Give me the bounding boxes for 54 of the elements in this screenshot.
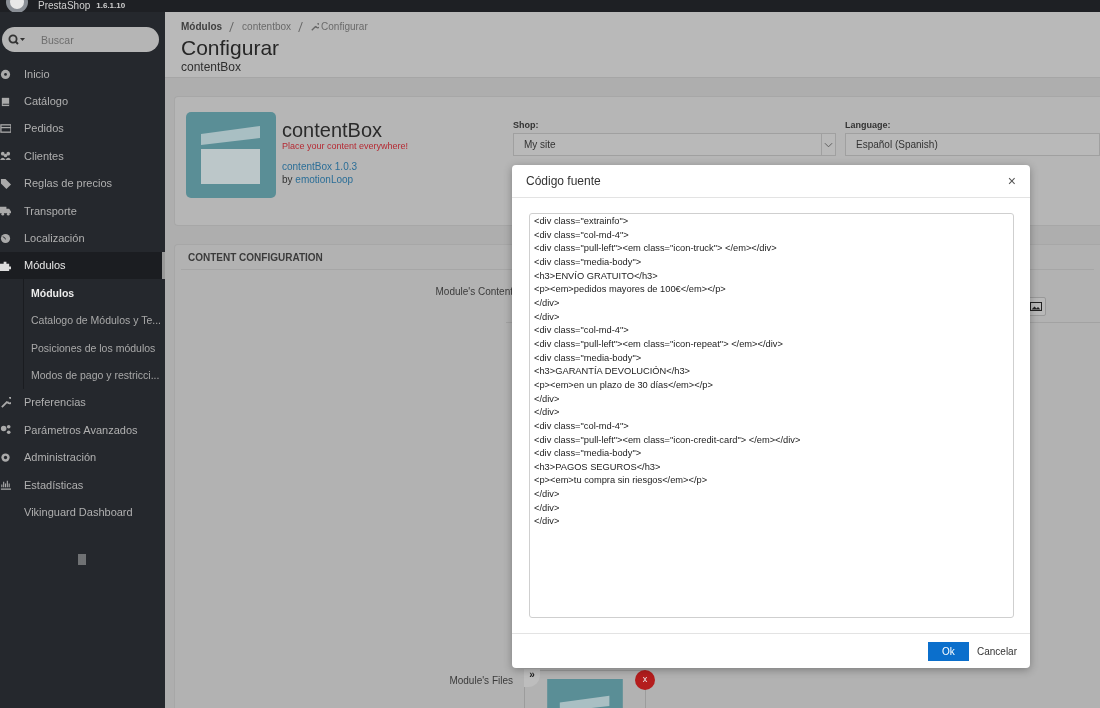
shop-select[interactable]: My site xyxy=(513,133,836,156)
ok-button[interactable]: Ok xyxy=(927,641,969,661)
author-prefix: by xyxy=(282,174,293,185)
brand-name: PrestaShop xyxy=(38,0,91,12)
submenu-item[interactable]: Módulos xyxy=(24,279,165,307)
search-icon[interactable] xyxy=(8,34,26,46)
sidebar-item[interactable]: Inicio xyxy=(0,60,165,88)
truck-icon xyxy=(0,205,11,217)
breadcrumb-link[interactable]: Módulos xyxy=(181,21,223,32)
language-select[interactable]: Español (Spanish) xyxy=(845,133,1100,156)
sidebar-item[interactable]: Catálogo xyxy=(0,87,165,115)
page-title: Configurar xyxy=(181,35,281,60)
submenu-item[interactable]: Catalogo de Módulos y Te... xyxy=(24,306,165,334)
sidebar-item[interactable]: Transporte xyxy=(0,196,165,225)
dialog-title: Código fuente xyxy=(526,174,601,188)
page-subtitle: contentBox xyxy=(181,60,243,74)
gears-icon xyxy=(0,424,11,436)
wrench-icon xyxy=(311,22,320,31)
puzzle-icon xyxy=(0,259,11,271)
tag-icon xyxy=(0,177,11,189)
language-label: Language: xyxy=(845,120,892,130)
collapse-icon[interactable] xyxy=(78,553,87,565)
field-label: Module's Files xyxy=(449,675,513,686)
remove-badge[interactable]: x xyxy=(635,670,655,690)
sidebar-item[interactable]: Vikinguard Dashboard xyxy=(0,498,165,526)
sidebar-item[interactable]: Parámetros Avanzados xyxy=(0,416,165,444)
breadcrumb-current: Configurar xyxy=(321,21,368,32)
card-icon xyxy=(0,122,11,134)
sidebar-item[interactable]: Módulos xyxy=(0,251,165,280)
version-label: 1.6.1.10 xyxy=(96,0,126,12)
move-button[interactable]: » xyxy=(524,669,540,687)
wrench-icon xyxy=(0,396,11,408)
sidebar-item[interactable]: Pedidos xyxy=(0,114,165,143)
submenu-item[interactable]: Modos de pago y restricci... xyxy=(24,361,165,389)
module-tagline: Place your content everywhere! xyxy=(282,141,409,151)
field-label: Module's Content xyxy=(435,286,513,297)
caret-icon xyxy=(821,133,835,156)
cancel-button[interactable]: Cancelar xyxy=(976,645,1017,657)
sidebar-item[interactable]: Preferencias xyxy=(0,388,165,417)
shop-label: Shop: xyxy=(513,120,540,130)
chart-icon xyxy=(0,479,11,491)
sidebar-item[interactable]: Administración xyxy=(0,443,165,471)
users-icon xyxy=(0,150,11,162)
source-code-field[interactable]: <div class="extrainfo"> <div class="col-md-4"> <div class="pull-left"><em class="icon-truck"> </em></div> <div class="media-body"> <h3>ENVÍO GRATUITO</h3> <p><em>pedidos mayores de 100€</em></p> </div> </div> <div class="col-md-4"> <div class="pull-left"><em class="icon-repeat"> </em></div> <div class="media-body"> <h3>GARANTÍA DEVOLUCIÓN</h3> <p><em>en un plazo de 30 días</em></p> </div> </div> <div class="col-md-4"> <div class="pull-left"><em class="icon-credit-card"> </em></div> <div class="media-body"> <h3>PAGOS SEGUROS</h3> <p><em>tu compra sin riesgos</em></p> </div> </div> </div> xyxy=(529,213,1014,618)
module-logo-icon xyxy=(186,112,276,198)
image-icon xyxy=(1029,301,1042,311)
sidebar-item[interactable]: Clientes xyxy=(0,142,165,170)
submenu-item[interactable]: Posiciones de los módulos xyxy=(24,333,165,362)
sidebar-item[interactable]: Localización xyxy=(0,224,165,252)
module-name: contentBox xyxy=(282,119,384,141)
search-field[interactable]: Buscar xyxy=(2,27,159,52)
close-button[interactable]: × xyxy=(1005,173,1018,189)
sidebar-item[interactable]: Reglas de precios xyxy=(0,169,165,197)
sidebar-item[interactable]: Estadísticas xyxy=(0,470,165,499)
